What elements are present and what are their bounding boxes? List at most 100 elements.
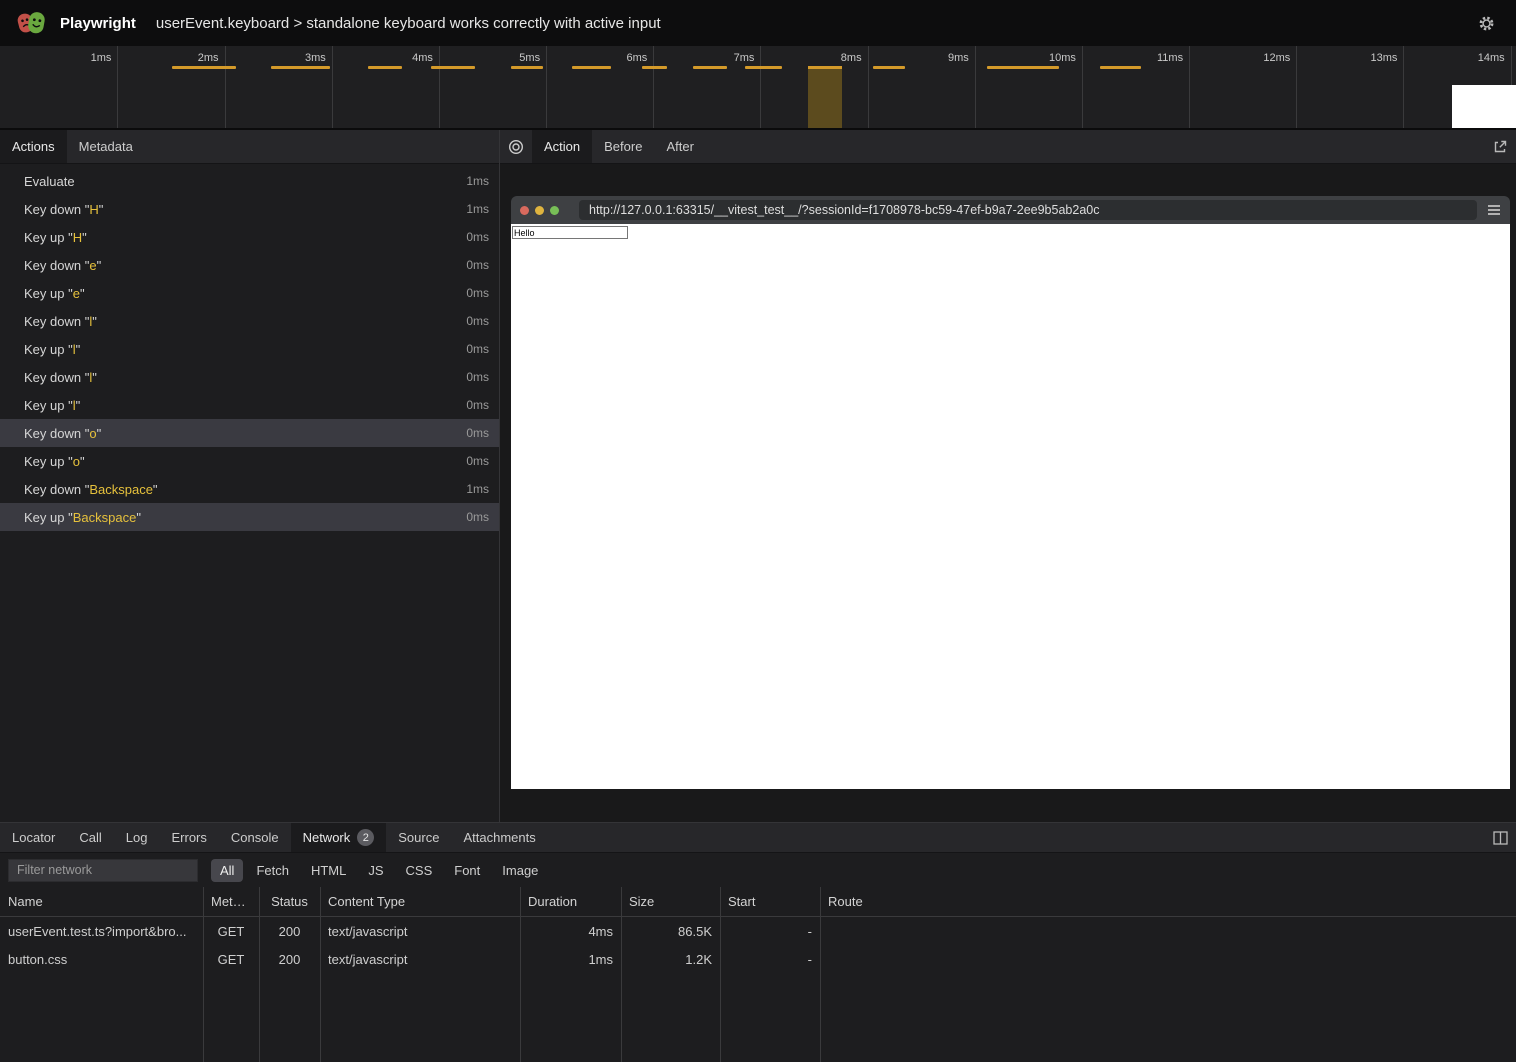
timeline-tick-label: 11ms: [1083, 52, 1183, 64]
action-row[interactable]: Key down "l"0ms: [0, 363, 499, 391]
column-header-duration[interactable]: Duration: [520, 894, 621, 909]
tab-network[interactable]: Network2: [291, 823, 387, 852]
column-separator: [203, 887, 204, 1062]
filter-chip-css[interactable]: CSS: [397, 859, 442, 882]
filter-chip-font[interactable]: Font: [445, 859, 489, 882]
action-key-value: l: [89, 314, 92, 329]
top-bar: Playwright userEvent.keyboard > standalo…: [0, 0, 1516, 46]
filter-chip-image[interactable]: Image: [493, 859, 547, 882]
trace-viewer: Playwright userEvent.keyboard > standalo…: [0, 0, 1516, 1062]
action-key-value: l: [89, 370, 92, 385]
action-duration: 0ms: [454, 230, 489, 244]
browser-window: http://127.0.0.1:63315/__vitest_test__/?…: [511, 196, 1510, 789]
action-row[interactable]: Key down "H"1ms: [0, 195, 499, 223]
page-text-input[interactable]: [512, 226, 628, 239]
tab-before[interactable]: Before: [592, 130, 654, 163]
action-title: Key down "Backspace": [24, 482, 158, 497]
action-row[interactable]: Key up "l"0ms: [0, 391, 499, 419]
action-duration: 0ms: [454, 370, 489, 384]
action-duration: 0ms: [454, 314, 489, 328]
column-separator: [259, 887, 260, 1062]
network-cell: 4ms: [520, 924, 621, 939]
column-header-name[interactable]: Name: [0, 894, 203, 909]
action-row[interactable]: Key down "Backspace"1ms: [0, 475, 499, 503]
filter-network-input[interactable]: [8, 859, 198, 882]
traffic-light-minimize-icon: [535, 206, 544, 215]
timeline-tick-label: 3ms: [226, 52, 326, 64]
timeline-tick-label: 9ms: [869, 52, 969, 64]
network-request-row[interactable]: userEvent.test.ts?import&bro...GET200tex…: [0, 917, 1516, 945]
filter-chip-all[interactable]: All: [211, 859, 243, 882]
column-header-size[interactable]: Size: [621, 894, 720, 909]
tab-actions[interactable]: Actions: [0, 130, 67, 163]
tab-log[interactable]: Log: [114, 823, 160, 852]
column-header-start[interactable]: Start: [720, 894, 820, 909]
tab-label: Source: [398, 830, 439, 845]
network-cell: userEvent.test.ts?import&bro...: [0, 924, 203, 939]
tab-metadata[interactable]: Metadata: [67, 130, 145, 163]
timeline-tick-label: 14ms: [1405, 52, 1505, 64]
actions-tabstrip: Actions Metadata: [0, 130, 499, 164]
network-request-row[interactable]: button.cssGET200text/javascript1ms1.2K-: [0, 945, 1516, 973]
tab-console[interactable]: Console: [219, 823, 291, 852]
action-row[interactable]: Key up "H"0ms: [0, 223, 499, 251]
filter-chip-html[interactable]: HTML: [302, 859, 355, 882]
timeline-canvas[interactable]: 1ms2ms3ms4ms5ms6ms7ms8ms9ms10ms11ms12ms1…: [0, 46, 1516, 130]
action-duration: 0ms: [454, 510, 489, 524]
timeline-action-mark: [572, 66, 611, 69]
column-header-route[interactable]: Route: [820, 894, 1516, 909]
action-title: Key down "o": [24, 426, 101, 441]
tab-after[interactable]: After: [654, 130, 705, 163]
resource-type-filters: AllFetchHTMLJSCSSFontImage: [211, 859, 551, 882]
toggle-columns-icon[interactable]: [1484, 823, 1516, 852]
network-cell: 200: [259, 924, 320, 939]
action-key-value: e: [89, 258, 96, 273]
timeline-action-mark: [1100, 66, 1141, 69]
tab-action[interactable]: Action: [532, 130, 592, 163]
filter-chip-fetch[interactable]: Fetch: [247, 859, 298, 882]
column-separator: [820, 887, 821, 1062]
action-key-value: H: [89, 202, 98, 217]
action-title: Key up "l": [24, 342, 80, 357]
action-row[interactable]: Key up "o"0ms: [0, 447, 499, 475]
tab-errors[interactable]: Errors: [159, 823, 218, 852]
action-row[interactable]: Key up "l"0ms: [0, 335, 499, 363]
tab-locator[interactable]: Locator: [0, 823, 67, 852]
network-cell: button.css: [0, 952, 203, 967]
tab-label: Console: [231, 830, 279, 845]
network-cell: GET: [203, 952, 259, 967]
timeline-tick-label: 6ms: [547, 52, 647, 64]
action-title: Key up "o": [24, 454, 85, 469]
network-cell: text/javascript: [320, 924, 520, 939]
tab-source[interactable]: Source: [386, 823, 451, 852]
pick-locator-icon[interactable]: [500, 130, 532, 163]
snapshot-tabstrip: Action Before After: [500, 130, 1516, 164]
action-key-value: Backspace: [73, 510, 137, 525]
timeline-film-thumbnail[interactable]: [1452, 85, 1516, 128]
column-separator: [320, 887, 321, 1062]
timeline-tick-label: 13ms: [1297, 52, 1397, 64]
timeline-tick-label: 8ms: [762, 52, 862, 64]
tab-label: Network: [303, 830, 351, 845]
column-header-content-type[interactable]: Content Type: [320, 894, 520, 909]
settings-gear-button[interactable]: [1472, 9, 1500, 37]
action-row[interactable]: Evaluate1ms: [0, 167, 499, 195]
action-key-value: H: [73, 230, 82, 245]
action-row[interactable]: Key up "Backspace"0ms: [0, 503, 499, 531]
network-cell: text/javascript: [320, 952, 520, 967]
hamburger-menu-icon: [1487, 204, 1501, 216]
tab-attachments[interactable]: Attachments: [451, 823, 547, 852]
action-title: Key up "e": [24, 286, 85, 301]
action-row[interactable]: Key down "o"0ms: [0, 419, 499, 447]
timeline-action-mark: [271, 66, 330, 69]
tab-call[interactable]: Call: [67, 823, 113, 852]
action-row[interactable]: Key down "e"0ms: [0, 251, 499, 279]
timeline-tick-label: 10ms: [976, 52, 1076, 64]
timeline-tick-label: 5ms: [440, 52, 540, 64]
column-header-method[interactable]: Method: [203, 894, 259, 909]
open-snapshot-external-icon[interactable]: [1484, 130, 1516, 163]
column-header-status[interactable]: Status: [259, 894, 320, 909]
filter-chip-js[interactable]: JS: [359, 859, 392, 882]
action-row[interactable]: Key down "l"0ms: [0, 307, 499, 335]
action-row[interactable]: Key up "e"0ms: [0, 279, 499, 307]
